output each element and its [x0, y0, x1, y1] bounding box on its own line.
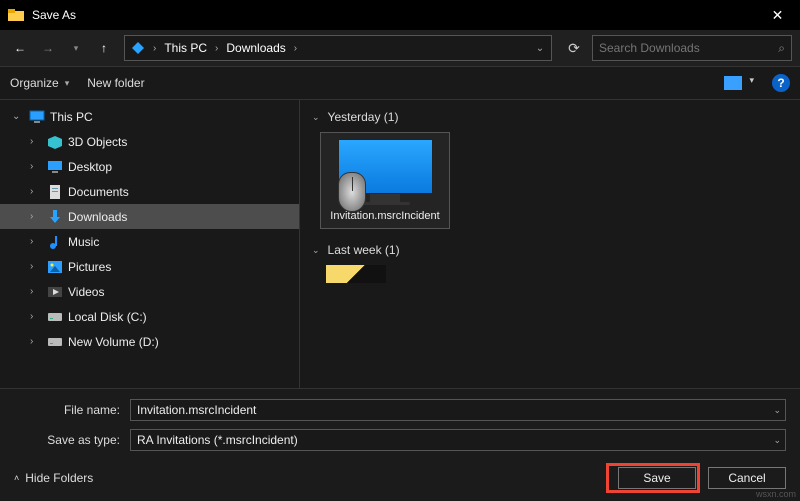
savetype-label: Save as type:	[14, 433, 130, 447]
save-form: File name: Invitation.msrcIncident ⌄ Sav…	[0, 388, 800, 501]
refresh-button[interactable]: ⟳	[560, 35, 588, 61]
toolbar: Organize ▾ New folder ?	[0, 66, 800, 100]
address-dropdown[interactable]: ⌄	[529, 43, 551, 54]
chevron-down-icon[interactable]: ⌄	[773, 435, 781, 446]
tree-item-downloads[interactable]: › Downloads	[0, 204, 299, 229]
remote-assist-icon	[338, 139, 433, 204]
tree-item-3d-objects[interactable]: › 3D Objects	[0, 129, 299, 154]
recent-dropdown[interactable]: ▾	[64, 36, 88, 60]
save-highlight: Save	[606, 463, 700, 493]
chevron-right-icon[interactable]: ›	[292, 43, 299, 54]
help-button[interactable]: ?	[772, 74, 790, 92]
tree-item-documents[interactable]: › Documents	[0, 179, 299, 204]
tree-this-pc[interactable]: ⌄ This PC	[0, 104, 299, 129]
chevron-down-icon: ⌄	[312, 112, 320, 123]
disk-icon	[46, 309, 64, 325]
expand-icon[interactable]: ›	[30, 136, 42, 147]
expand-icon[interactable]: ›	[30, 261, 42, 272]
hide-folders-button[interactable]: ˄ Hide Folders	[14, 471, 93, 485]
file-area[interactable]: ⌄ Yesterday (1) Invitation.msrcIncident …	[300, 100, 800, 388]
filename-label: File name:	[14, 403, 130, 417]
file-name-label: Invitation.msrcIncident	[330, 210, 439, 222]
pc-icon	[28, 109, 46, 125]
tree-item-desktop[interactable]: › Desktop	[0, 154, 299, 179]
expand-icon[interactable]: ›	[30, 211, 42, 222]
tree-item-label: Documents	[68, 185, 129, 199]
close-button[interactable]: ✕	[755, 0, 800, 30]
nav-tree: ⌄ This PC ›3D Objects›Desktop›Documents›…	[0, 100, 300, 388]
chevron-right-icon[interactable]: ›	[151, 43, 158, 54]
back-button[interactable]: ←	[8, 36, 32, 60]
pic-icon	[46, 259, 64, 275]
crumb-this-pc[interactable]: This PC	[158, 36, 213, 60]
video-icon	[46, 284, 64, 300]
view-button[interactable]	[724, 76, 756, 90]
music-icon	[46, 234, 64, 250]
up-button[interactable]: ↑	[92, 36, 116, 60]
new-folder-button[interactable]: New folder	[87, 76, 144, 90]
window-title: Save As	[32, 8, 755, 22]
crumb-downloads[interactable]: Downloads	[220, 36, 291, 60]
desktop-icon	[46, 159, 64, 175]
collapse-icon[interactable]: ⌄	[12, 111, 24, 122]
chevron-down-icon[interactable]: ⌄	[773, 405, 781, 416]
tree-item-label: New Volume (D:)	[68, 335, 159, 349]
doc-icon	[46, 184, 64, 200]
tree-item-label: Music	[68, 235, 99, 249]
title-bar: Save As ✕	[0, 0, 800, 30]
tree-item-music[interactable]: › Music	[0, 229, 299, 254]
group-yesterday[interactable]: ⌄ Yesterday (1)	[312, 110, 800, 124]
chevron-up-icon: ˄	[14, 473, 19, 483]
tree-item-new-volume-d-[interactable]: › New Volume (D:)	[0, 329, 299, 354]
download-icon	[46, 209, 64, 225]
tree-item-pictures[interactable]: › Pictures	[0, 254, 299, 279]
tree-item-videos[interactable]: › Videos	[0, 279, 299, 304]
organize-button[interactable]: Organize ▾	[10, 76, 69, 90]
expand-icon[interactable]: ›	[30, 286, 42, 297]
chevron-down-icon: ⌄	[312, 245, 320, 256]
savetype-select[interactable]: RA Invitations (*.msrcIncident) ⌄	[130, 429, 786, 451]
chevron-right-icon[interactable]: ›	[213, 43, 220, 54]
watermark: wsxn.com	[756, 489, 796, 499]
forward-button[interactable]: →	[36, 36, 60, 60]
expand-icon[interactable]: ›	[30, 311, 42, 322]
group-lastweek[interactable]: ⌄ Last week (1)	[312, 243, 800, 257]
nav-row: ← → ▾ ↑ › This PC › Downloads › ⌄ ⟳ ⌕	[0, 30, 800, 66]
search-input[interactable]	[599, 41, 778, 55]
address-bar[interactable]: › This PC › Downloads › ⌄	[124, 35, 552, 61]
tree-item-label: Local Disk (C:)	[68, 310, 147, 324]
cube-icon	[46, 134, 64, 150]
search-icon[interactable]: ⌕	[778, 41, 785, 56]
expand-icon[interactable]: ›	[30, 161, 42, 172]
file-item-partial[interactable]	[326, 265, 386, 283]
expand-icon[interactable]: ›	[30, 336, 42, 347]
filename-input[interactable]: Invitation.msrcIncident ⌄	[130, 399, 786, 421]
address-root-icon	[125, 36, 151, 60]
save-button[interactable]: Save	[618, 467, 696, 489]
folder-icon	[8, 7, 24, 23]
tree-item-label: 3D Objects	[68, 135, 127, 149]
tree-item-label: Videos	[68, 285, 104, 299]
tree-item-label: Downloads	[68, 210, 127, 224]
tree-item-local-disk-c-[interactable]: › Local Disk (C:)	[0, 304, 299, 329]
expand-icon[interactable]: ›	[30, 236, 42, 247]
search-box[interactable]: ⌕	[592, 35, 792, 61]
file-item[interactable]: Invitation.msrcIncident	[320, 132, 450, 229]
tree-item-label: Desktop	[68, 160, 112, 174]
expand-icon[interactable]: ›	[30, 186, 42, 197]
cancel-button[interactable]: Cancel	[708, 467, 786, 489]
tree-item-label: Pictures	[68, 260, 111, 274]
chevron-down-icon: ▾	[65, 78, 70, 89]
disk-icon	[46, 334, 64, 350]
